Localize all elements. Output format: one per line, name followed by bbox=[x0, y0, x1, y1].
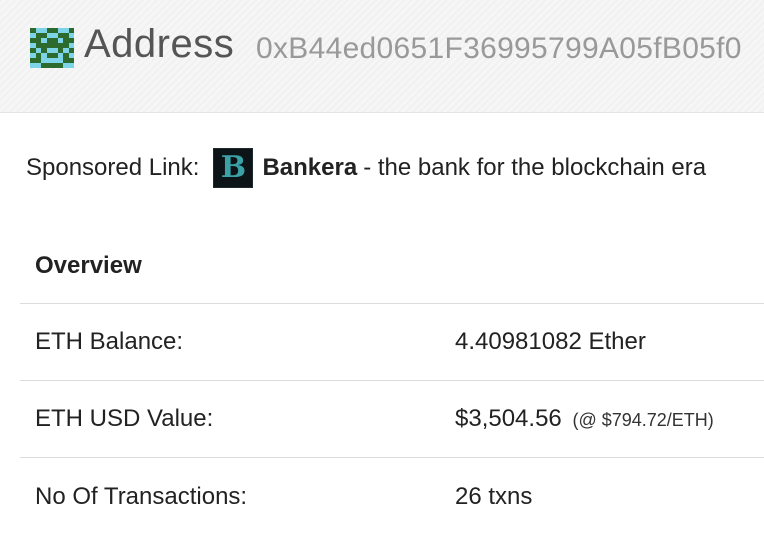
identicon-avatar bbox=[30, 28, 74, 68]
transactions-label: No Of Transactions: bbox=[35, 482, 248, 510]
transactions-count[interactable]: 26 txns bbox=[455, 483, 532, 511]
eth-balance-label: ETH Balance: bbox=[35, 328, 184, 355]
eth-usd-value: $3,504.56 bbox=[455, 405, 562, 432]
page-title: Address bbox=[84, 22, 235, 66]
sponsor-tagline: - the bank for the blockchain era bbox=[363, 154, 707, 181]
sponsored-link: Sponsored Link: B Bankera - the bank for… bbox=[26, 148, 706, 188]
page-header: Address 0xB44ed0651F36995799A05fB05f0 bbox=[0, 0, 764, 113]
eth-usd-value-label: ETH USD Value: bbox=[35, 405, 214, 432]
address-hash: 0xB44ed0651F36995799A05fB05f0 bbox=[256, 32, 742, 65]
sponsor-name-link[interactable]: Bankera bbox=[262, 154, 357, 182]
bankera-logo-letter: B bbox=[220, 150, 247, 185]
eth-balance-value: 4.40981082 Ether bbox=[455, 328, 646, 355]
bankera-logo[interactable]: B bbox=[213, 148, 254, 188]
overview-table: Overview ETH Balance: 4.40981082 Ether E… bbox=[20, 228, 764, 535]
eth-usd-value-row: ETH USD Value: $3,504.56 (@ $794.72/ETH) bbox=[20, 381, 764, 458]
eth-usd-rate: (@ $794.72/ETH) bbox=[572, 410, 714, 430]
overview-heading: Overview bbox=[20, 228, 764, 304]
eth-balance-row: ETH Balance: 4.40981082 Ether bbox=[20, 304, 764, 381]
sponsored-link-label: Sponsored Link: bbox=[26, 154, 200, 181]
transactions-row: No Of Transactions: 26 txns bbox=[20, 458, 764, 535]
identicon-cell bbox=[68, 63, 74, 68]
eth-usd-value-cell: $3,504.56 (@ $794.72/ETH) bbox=[455, 405, 714, 433]
